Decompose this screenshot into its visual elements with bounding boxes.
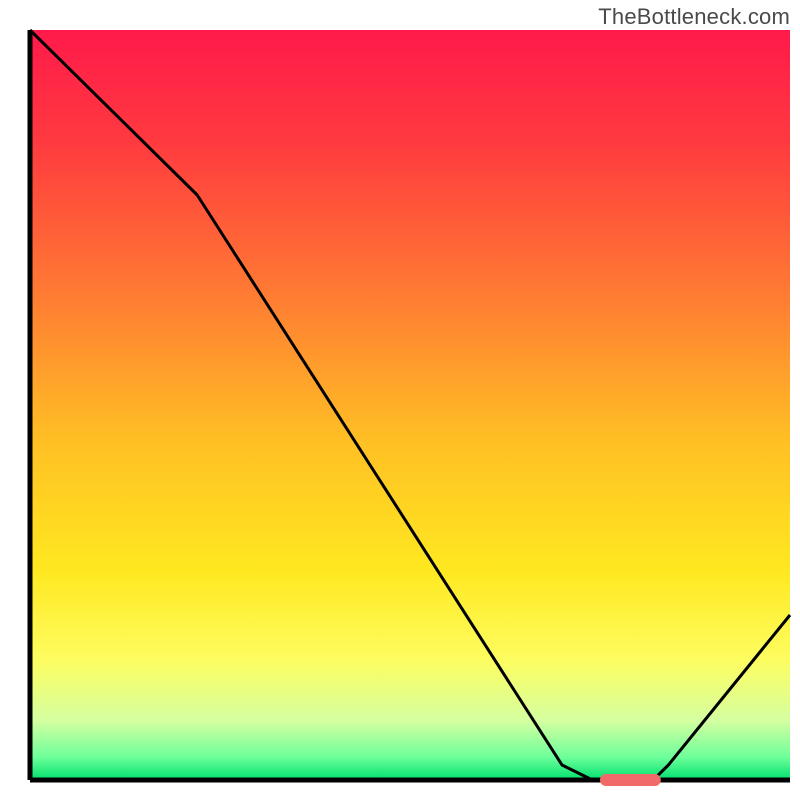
bottleneck-chart [0,0,800,800]
optimal-zone-marker [600,774,661,786]
chart-frame: TheBottleneck.com [0,0,800,800]
